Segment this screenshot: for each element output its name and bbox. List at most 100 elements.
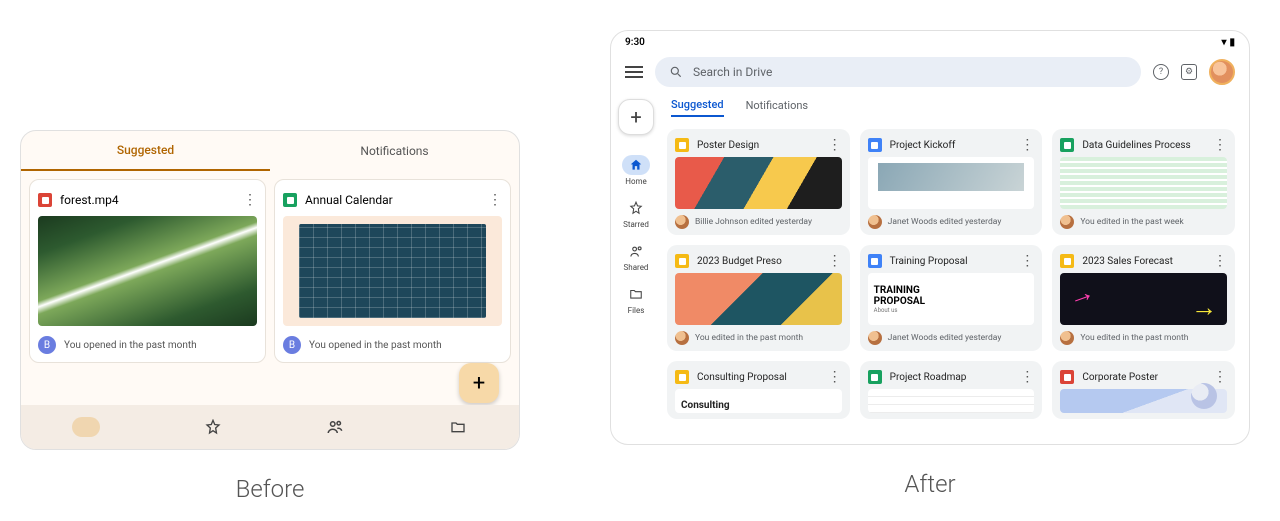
new-button[interactable]: + [459, 363, 499, 403]
tab-notifications[interactable]: Notifications [746, 99, 809, 116]
shared-icon[interactable] [325, 417, 345, 437]
rail-label: Home [625, 177, 647, 186]
rail-files[interactable]: Files [611, 280, 661, 319]
file-thumbnail [38, 216, 257, 326]
file-thumbnail [675, 157, 842, 209]
slides-icon [675, 138, 689, 152]
star-icon[interactable] [203, 417, 223, 437]
tab-suggested[interactable]: Suggested [671, 98, 724, 117]
file-thumbnail [1060, 389, 1227, 413]
account-avatar[interactable] [1209, 59, 1235, 85]
file-thumbnail [675, 273, 842, 325]
search-icon [669, 65, 683, 79]
file-title: Corporate Poster [1082, 372, 1158, 383]
file-card[interactable]: Annual Calendar ⋮ B You opened in the pa… [274, 179, 511, 363]
rail-label: Starred [623, 220, 649, 229]
after-label: After [904, 470, 955, 498]
avatar [1060, 331, 1074, 345]
more-icon[interactable]: ⋮ [243, 192, 257, 208]
search-placeholder: Search in Drive [693, 65, 772, 79]
file-caption: Janet Woods edited yesterday [888, 333, 1002, 343]
rail-label: Shared [624, 263, 649, 272]
wifi-icon: ▾ [1221, 37, 1226, 48]
file-caption: You edited in the past week [1080, 217, 1183, 227]
slides-icon [675, 370, 689, 384]
file-card[interactable]: Project Kickoff⋮ Janet Woods edited yest… [860, 129, 1043, 235]
file-title: Poster Design [697, 140, 759, 151]
avatar: B [38, 336, 56, 354]
more-icon[interactable]: ⋮ [1213, 253, 1227, 269]
file-card[interactable]: forest.mp4 ⋮ B You opened in the past mo… [29, 179, 266, 363]
tab-suggested[interactable]: Suggested [21, 131, 270, 171]
docs-icon [868, 138, 882, 152]
avatar [675, 215, 689, 229]
file-title: Training Proposal [890, 256, 968, 267]
file-card[interactable]: 2023 Budget Preso ⋮ You edited in the pas… [667, 245, 850, 351]
home-icon [622, 155, 650, 175]
more-icon[interactable]: ⋮ [1213, 137, 1227, 153]
avatar [868, 215, 882, 229]
sheets-icon [1060, 138, 1074, 152]
settings-icon[interactable]: ⚙ [1181, 64, 1197, 80]
file-caption: Janet Woods edited yesterday [888, 217, 1002, 227]
file-title: 2023 Budget Preso [697, 256, 782, 267]
file-caption: You opened in the past month [309, 340, 442, 351]
slides-icon [1060, 254, 1074, 268]
more-icon[interactable]: ⋮ [488, 192, 502, 208]
file-card[interactable]: 2023 Sales Forecast⋮ You edited in the p… [1052, 245, 1235, 351]
avatar: B [283, 336, 301, 354]
avatar [675, 331, 689, 345]
file-thumbnail: TRAININGPROPOSALAbout us [868, 273, 1035, 325]
battery-icon: ▮ [1229, 37, 1235, 48]
file-caption: You opened in the past month [64, 340, 197, 351]
more-icon[interactable]: ⋮ [1213, 369, 1227, 385]
before-panel: Suggested Notifications forest.mp4 ⋮ B Y… [20, 130, 520, 450]
nav-rail: + Home Starred Shared Files [611, 93, 661, 444]
video-icon [38, 193, 52, 207]
file-caption: Billie Johnson edited yesterday [695, 217, 812, 227]
files-icon [622, 284, 650, 304]
more-icon[interactable]: ⋮ [828, 253, 842, 269]
file-title: Consulting Proposal [697, 372, 787, 383]
before-label: Before [236, 475, 305, 503]
rail-shared[interactable]: Shared [611, 237, 661, 276]
file-card[interactable]: Training Proposal ⋮ TRAININGPROPOSALAbout… [860, 245, 1043, 351]
home-icon[interactable] [72, 417, 100, 437]
file-card[interactable]: Consulting Proposal⋮ Consulting [667, 361, 850, 419]
more-icon[interactable]: ⋮ [1020, 253, 1034, 269]
more-icon[interactable]: ⋮ [828, 137, 842, 153]
avatar [868, 331, 882, 345]
file-card[interactable]: Corporate Poster ⋮ [1052, 361, 1235, 419]
file-title: Data Guidelines Process [1082, 140, 1190, 151]
sheets-icon [868, 370, 882, 384]
file-title: Annual Calendar [305, 193, 393, 207]
docs-icon [868, 254, 882, 268]
slides-icon [675, 254, 689, 268]
file-card[interactable]: Poster Design ⋮ Billie Johnson edited yes… [667, 129, 850, 235]
search-input[interactable]: Search in Drive [655, 57, 1141, 87]
avatar [1060, 215, 1074, 229]
help-icon[interactable]: ? [1153, 64, 1169, 80]
new-button[interactable]: + [618, 99, 654, 135]
more-icon[interactable]: ⋮ [1020, 369, 1034, 385]
more-icon[interactable]: ⋮ [1020, 137, 1034, 153]
sheets-icon [283, 193, 297, 207]
files-icon[interactable] [448, 417, 468, 437]
status-time: 9:30 [625, 37, 645, 48]
bottom-nav [21, 405, 519, 449]
file-thumbnail [1060, 273, 1227, 325]
rail-label: Files [628, 306, 645, 315]
tab-notifications[interactable]: Notifications [270, 131, 519, 171]
rail-home[interactable]: Home [611, 151, 661, 190]
after-panel: 9:30 ▾ ▮ Search in Drive ? ⚙ + Home [610, 30, 1250, 445]
menu-icon[interactable] [625, 66, 643, 78]
file-caption: You edited in the past month [695, 333, 803, 343]
file-thumbnail [868, 157, 1035, 209]
file-card[interactable]: Data Guidelines Process ⋮ You edited in t… [1052, 129, 1235, 235]
rail-starred[interactable]: Starred [611, 194, 661, 233]
file-card[interactable]: Project Roadmap⋮ [860, 361, 1043, 419]
after-tabs: Suggested Notifications [667, 93, 1235, 121]
more-icon[interactable]: ⋮ [828, 369, 842, 385]
file-thumbnail [868, 389, 1035, 413]
file-title: forest.mp4 [60, 193, 119, 207]
